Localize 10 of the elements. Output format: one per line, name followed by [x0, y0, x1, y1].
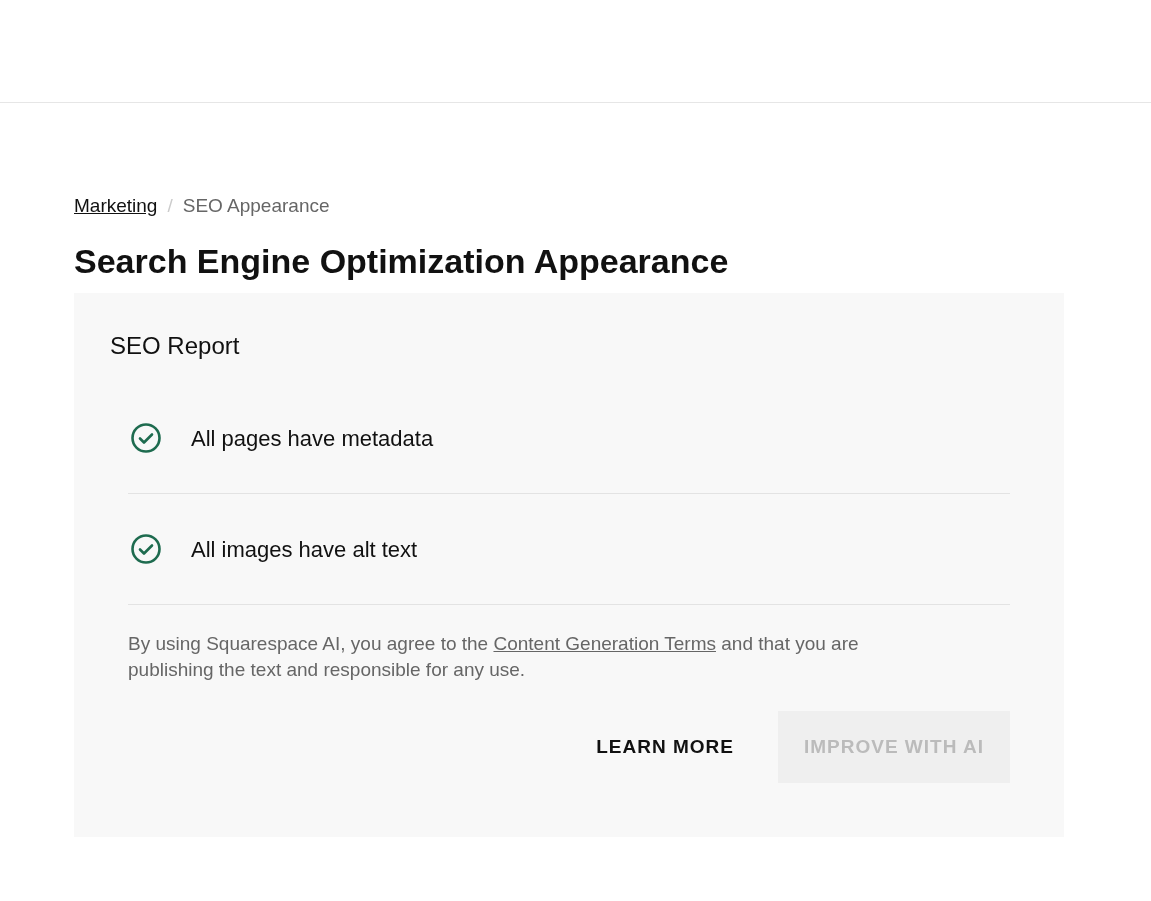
- check-label: All images have alt text: [191, 535, 418, 564]
- learn-more-button[interactable]: LEARN MORE: [596, 711, 734, 783]
- page-title: Search Engine Optimization Appearance: [74, 241, 730, 282]
- breadcrumb-separator: /: [167, 193, 173, 218]
- check-label: All pages have metadata: [191, 424, 434, 453]
- report-title: SEO Report: [110, 331, 241, 361]
- breadcrumb-link[interactable]: Marketing: [74, 191, 158, 221]
- breadcrumb-current: SEO Appearance: [182, 193, 330, 218]
- disclaimer-text: By using Squarespace AI, you agree to the Content Generation Terms and that you are publishing the text and responsible for any use.: [128, 632, 860, 682]
- terms-link[interactable]: Content Generation Terms: [493, 633, 716, 654]
